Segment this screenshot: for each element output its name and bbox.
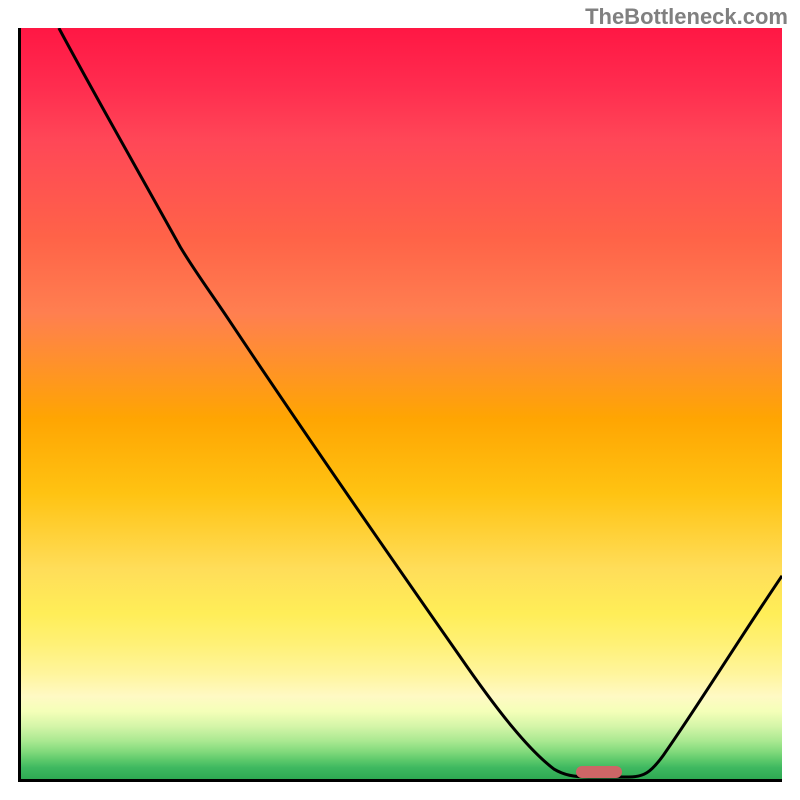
attribution-text: TheBottleneck.com xyxy=(585,4,788,30)
optimal-marker xyxy=(576,766,622,778)
gradient-background xyxy=(21,28,782,779)
plot-area xyxy=(18,28,782,782)
